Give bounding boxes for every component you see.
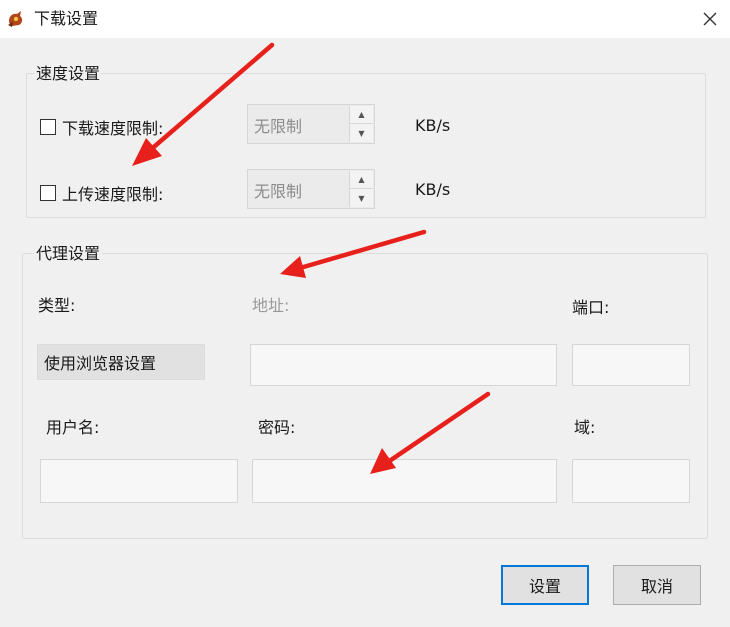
download-limit-value: 无限制 bbox=[254, 117, 303, 136]
proxy-settings-legend: 代理设置 bbox=[34, 244, 103, 264]
speed-settings-legend: 速度设置 bbox=[34, 64, 103, 84]
upload-limit-spinner[interactable]: 无限制 ▲ ▼ bbox=[247, 169, 375, 209]
upload-unit: KB/s bbox=[415, 180, 451, 199]
download-limit-checkbox-box[interactable] bbox=[40, 119, 56, 135]
triangle-up-icon: ▲ bbox=[358, 110, 365, 119]
proxy-password-input[interactable] bbox=[252, 459, 557, 503]
upload-limit-spin-buttons: ▲ ▼ bbox=[349, 171, 373, 207]
proxy-type-label: 类型: bbox=[38, 296, 76, 315]
upload-limit-checkbox-box[interactable] bbox=[40, 185, 56, 201]
upload-limit-label: 上传速度限制: bbox=[62, 185, 164, 204]
download-limit-increment[interactable]: ▲ bbox=[350, 106, 373, 124]
proxy-port-label: 端口: bbox=[572, 298, 610, 317]
download-limit-label: 下载速度限制: bbox=[62, 119, 164, 138]
proxy-type-select[interactable]: 使用浏览器设置 bbox=[37, 344, 205, 380]
proxy-port-input[interactable] bbox=[572, 344, 690, 386]
download-limit-decrement[interactable]: ▼ bbox=[350, 124, 373, 142]
proxy-type-value: 使用浏览器设置 bbox=[44, 354, 157, 373]
cancel-button[interactable]: 取消 bbox=[613, 565, 701, 605]
download-limit-spin-buttons: ▲ ▼ bbox=[349, 106, 373, 142]
triangle-down-icon: ▼ bbox=[358, 193, 365, 203]
download-limit-checkbox[interactable]: 下载速度限制: bbox=[40, 115, 163, 139]
window-title: 下载设置 bbox=[34, 9, 99, 28]
proxy-password-label: 密码: bbox=[258, 418, 296, 437]
dialog-body: 速度设置 下载速度限制: 无限制 ▲ ▼ KB/s 上传速度限制: 无限制 ▲ … bbox=[0, 38, 730, 627]
app-logo-icon bbox=[6, 9, 26, 29]
close-button[interactable] bbox=[690, 4, 730, 34]
download-settings-dialog: 下载设置 速度设置 下载速度限制: 无限制 ▲ ▼ KB/s 上传速度限制: 无… bbox=[0, 0, 730, 627]
download-unit: KB/s bbox=[415, 116, 451, 135]
proxy-username-label: 用户名: bbox=[46, 418, 100, 437]
upload-limit-checkbox[interactable]: 上传速度限制: bbox=[40, 181, 163, 205]
proxy-username-input[interactable] bbox=[40, 459, 238, 503]
proxy-address-input[interactable] bbox=[250, 344, 557, 386]
upload-limit-increment[interactable]: ▲ bbox=[350, 171, 373, 189]
upload-limit-value: 无限制 bbox=[254, 182, 303, 201]
triangle-down-icon: ▼ bbox=[358, 128, 365, 138]
proxy-address-label: 地址: bbox=[252, 296, 290, 315]
triangle-up-icon: ▲ bbox=[358, 175, 365, 184]
proxy-domain-input[interactable] bbox=[572, 459, 690, 503]
title-bar[interactable]: 下载设置 bbox=[0, 0, 730, 38]
download-limit-spinner[interactable]: 无限制 ▲ ▼ bbox=[247, 104, 375, 144]
confirm-settings-button[interactable]: 设置 bbox=[501, 565, 589, 605]
proxy-domain-label: 域: bbox=[574, 418, 596, 437]
close-icon bbox=[703, 12, 717, 26]
upload-limit-decrement[interactable]: ▼ bbox=[350, 189, 373, 207]
